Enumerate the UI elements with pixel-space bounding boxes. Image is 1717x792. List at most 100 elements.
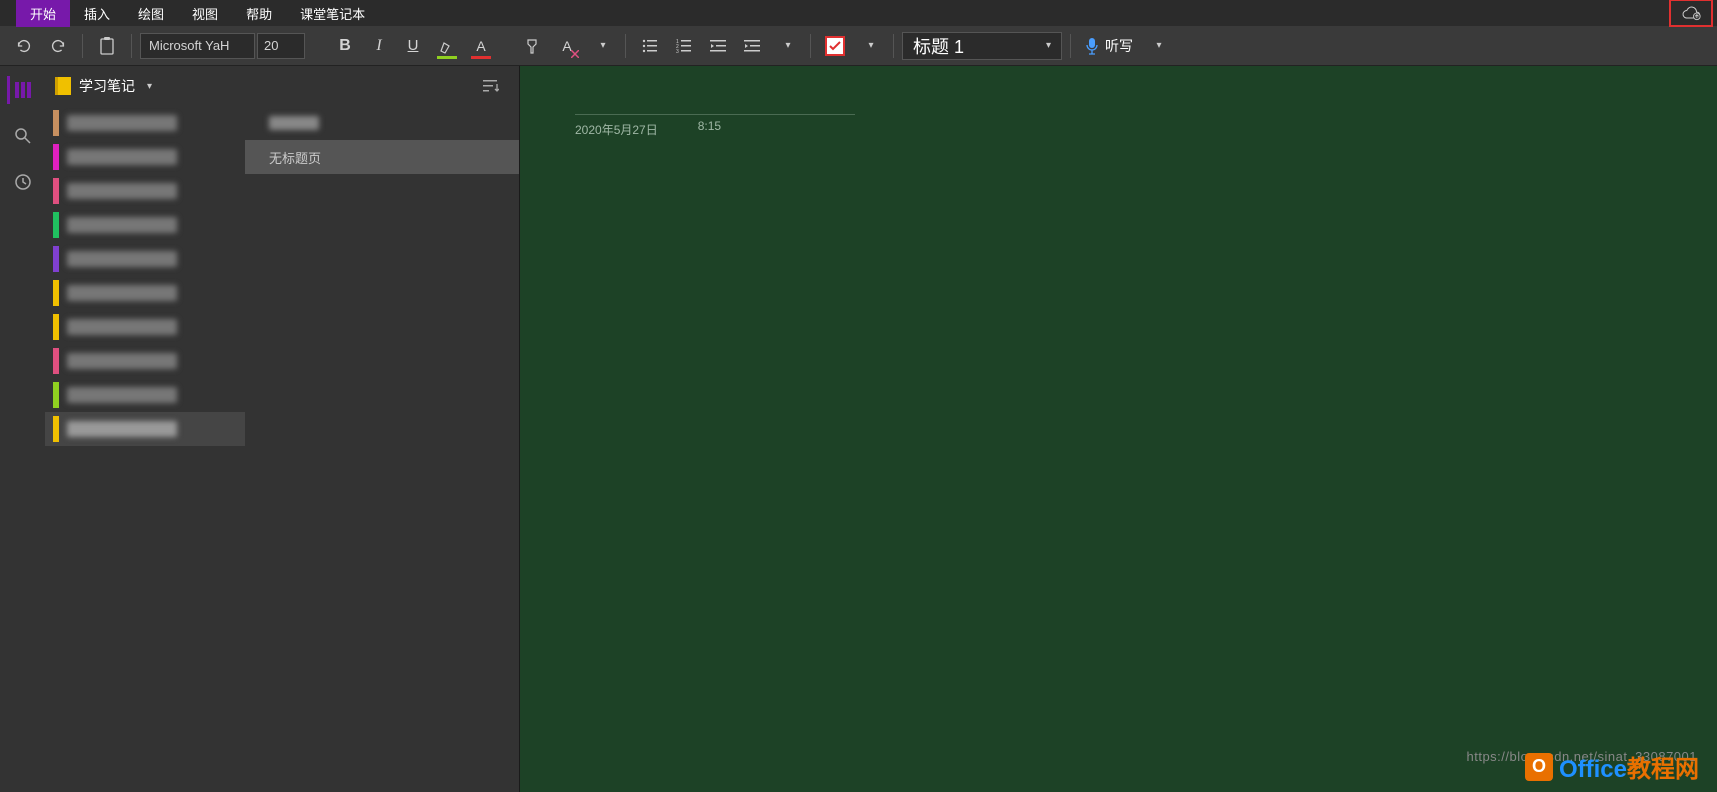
page-date-time: 2020年5月27日 8:15 <box>575 121 887 138</box>
section-item[interactable] <box>45 106 245 140</box>
notebook-icon <box>55 77 71 95</box>
menu-start[interactable]: 开始 <box>16 0 70 27</box>
separator <box>810 34 811 58</box>
section-item[interactable] <box>45 310 245 344</box>
watermark-logo: O Office教程网 <box>1525 749 1699 784</box>
clipboard-button[interactable] <box>91 30 123 62</box>
pages-panel: 无标题页 <box>245 66 520 792</box>
section-color-tab <box>53 110 59 136</box>
section-label-blurred <box>67 149 177 165</box>
section-color-tab <box>53 246 59 272</box>
section-color-tab <box>53 314 59 340</box>
section-label-blurred <box>67 387 177 403</box>
page-item[interactable] <box>245 106 519 140</box>
notebooks-nav-icon[interactable] <box>7 76 35 104</box>
bold-button[interactable]: B <box>329 30 361 62</box>
section-color-tab <box>53 178 59 204</box>
section-item[interactable] <box>45 208 245 242</box>
undo-button[interactable] <box>8 30 40 62</box>
style-label: 标题 1 <box>913 33 964 59</box>
menu-insert[interactable]: 插入 <box>70 0 124 27</box>
heading-style-select[interactable]: 标题 1 ▾ <box>902 32 1062 60</box>
underline-button[interactable]: U <box>397 30 429 62</box>
section-label-blurred <box>67 319 177 335</box>
sort-pages-button[interactable] <box>483 79 499 93</box>
menu-classnotebook[interactable]: 课堂笔记本 <box>286 0 379 27</box>
cloud-sync-icon <box>1681 5 1701 21</box>
menu-view[interactable]: 视图 <box>178 0 232 27</box>
clear-format-button[interactable]: A <box>551 30 583 62</box>
section-label-blurred <box>67 285 177 301</box>
title-underline <box>575 114 855 115</box>
menu-help[interactable]: 帮助 <box>232 0 286 27</box>
menu-draw[interactable]: 绘图 <box>124 0 178 27</box>
section-item[interactable] <box>45 242 245 276</box>
tag-button[interactable] <box>819 30 851 62</box>
page-content[interactable]: 2020年5月27日 8:15 https://blog.csdn.net/si… <box>520 66 1717 792</box>
more-paragraph-dropdown[interactable]: ▾ <box>770 30 802 62</box>
section-label-blurred <box>67 217 177 233</box>
left-rail <box>0 66 45 792</box>
main-area: 学习笔记 ▾ 无标题页 2020年5月27日 8:15 https://blog… <box>0 66 1717 792</box>
font-name-select[interactable]: Microsoft YaH <box>140 33 255 59</box>
chevron-down-icon: ▾ <box>1046 40 1051 51</box>
redo-button[interactable] <box>42 30 74 62</box>
chevron-down-icon: ▾ <box>147 81 152 92</box>
section-label-blurred <box>67 183 177 199</box>
section-color-tab <box>53 416 59 442</box>
recent-nav-icon[interactable] <box>9 168 37 196</box>
section-item[interactable] <box>45 276 245 310</box>
watermark-logo-text: Office教程网 <box>1559 749 1699 784</box>
page-label-blurred <box>269 116 319 130</box>
separator <box>893 34 894 58</box>
watermark-logo-icon: O <box>1525 753 1553 781</box>
separator <box>131 34 132 58</box>
section-item[interactable] <box>45 140 245 174</box>
section-label-blurred <box>67 353 177 369</box>
separator <box>1070 34 1071 58</box>
outdent-button[interactable] <box>702 30 734 62</box>
section-item[interactable] <box>45 412 245 446</box>
toolbar: Microsoft YaH 20 B I U A A ▾ 123 ▾ ▾ 标题 … <box>0 26 1717 66</box>
sync-status-highlighted[interactable] <box>1669 0 1713 27</box>
tag-dropdown[interactable]: ▾ <box>853 30 885 62</box>
svg-text:3: 3 <box>676 49 679 53</box>
search-nav-icon[interactable] <box>9 122 37 150</box>
more-font-dropdown[interactable]: ▾ <box>585 30 617 62</box>
section-color-tab <box>53 348 59 374</box>
dictate-label: 听写 <box>1105 36 1133 56</box>
separator <box>82 34 83 58</box>
bullet-list-button[interactable] <box>634 30 666 62</box>
section-label-blurred <box>67 115 177 131</box>
menu-bar: 开始 插入 绘图 视图 帮助 课堂笔记本 <box>0 0 1717 26</box>
sections-panel: 学习笔记 ▾ <box>45 66 245 792</box>
dictate-dropdown[interactable]: ▾ <box>1141 30 1173 62</box>
section-color-tab <box>53 144 59 170</box>
notebook-selector[interactable]: 学习笔记 ▾ <box>45 66 245 106</box>
pages-header <box>245 66 519 106</box>
font-size-select[interactable]: 20 <box>257 33 305 59</box>
section-color-tab <box>53 280 59 306</box>
page-date: 2020年5月27日 <box>575 121 658 138</box>
separator <box>625 34 626 58</box>
page-item[interactable]: 无标题页 <box>245 140 519 174</box>
indent-button[interactable] <box>736 30 768 62</box>
italic-button[interactable]: I <box>363 30 395 62</box>
dictate-button[interactable]: 听写 <box>1079 36 1139 56</box>
page-title-area[interactable]: 2020年5月27日 8:15 <box>575 114 887 138</box>
section-item[interactable] <box>45 378 245 412</box>
section-color-tab <box>53 382 59 408</box>
font-color-button[interactable]: A <box>465 30 497 62</box>
highlight-button[interactable] <box>431 30 463 62</box>
format-painter-button[interactable] <box>517 30 549 62</box>
section-label-blurred <box>67 251 177 267</box>
section-label-blurred <box>67 421 177 437</box>
section-item[interactable] <box>45 174 245 208</box>
page-time: 8:15 <box>698 119 721 138</box>
notebook-name: 学习笔记 <box>79 76 135 96</box>
page-list: 无标题页 <box>245 106 519 174</box>
microphone-icon <box>1085 37 1099 55</box>
numbered-list-button[interactable]: 123 <box>668 30 700 62</box>
section-color-tab <box>53 212 59 238</box>
section-item[interactable] <box>45 344 245 378</box>
